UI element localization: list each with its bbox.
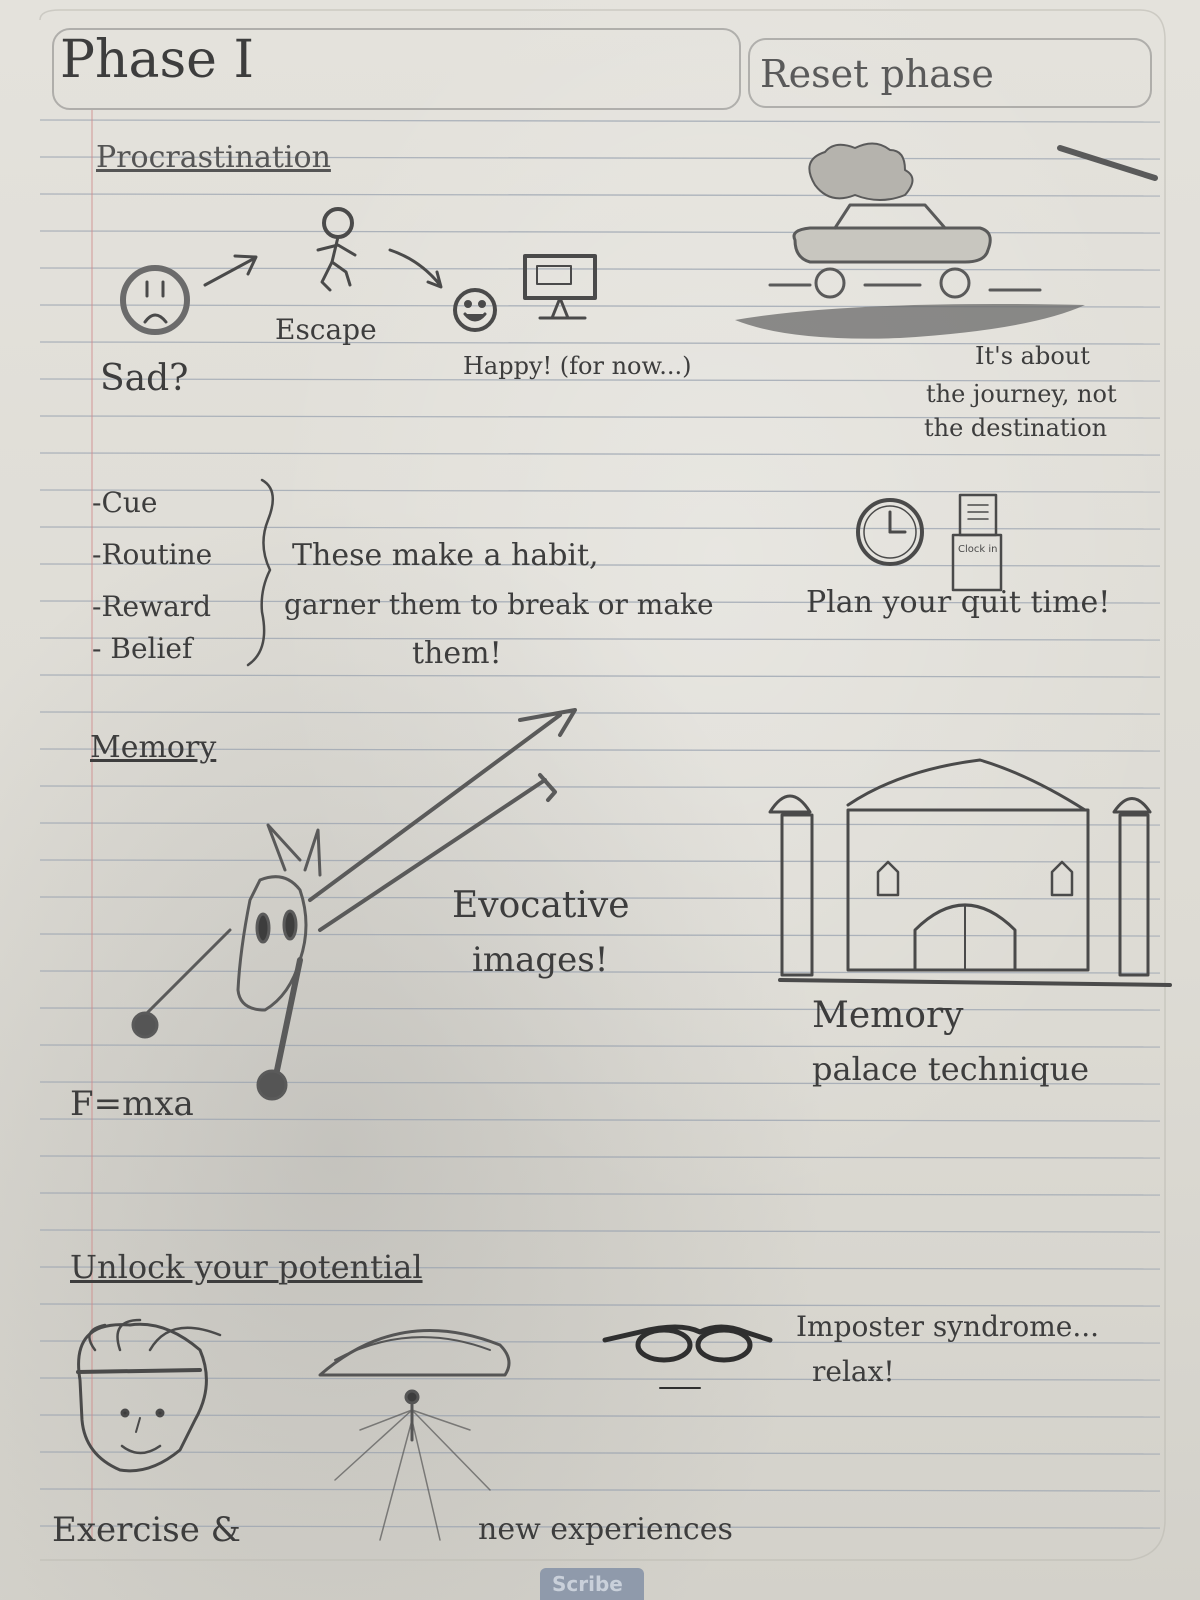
sad-face-icon: [120, 265, 190, 335]
car-journey-icon: [735, 142, 1158, 339]
pencil-sketches: Clock in: [76, 142, 1172, 1541]
monitor-icon: [523, 254, 597, 320]
arrow-icon: [203, 254, 258, 287]
new-experiences-icon: [318, 1329, 511, 1541]
curved-arrow-icon: [388, 248, 443, 289]
donkey-icon: [131, 708, 577, 1101]
scribe-footer-label: Scribe: [552, 1572, 623, 1596]
running-figure-icon: [316, 207, 357, 292]
clock-icon: [856, 498, 924, 566]
clock-in-sign-icon: [951, 493, 1003, 592]
mask-icon: [602, 1324, 773, 1389]
exercise-face-icon: [76, 1318, 222, 1473]
clock-in-sign-text: Clock in: [958, 544, 997, 555]
brace-icon: [246, 478, 275, 667]
notebook-page: Phase I Reset phase Procrastination Sad?…: [0, 0, 1200, 1600]
happy-face-icon: [453, 288, 497, 332]
palace-icon: [768, 758, 1172, 987]
